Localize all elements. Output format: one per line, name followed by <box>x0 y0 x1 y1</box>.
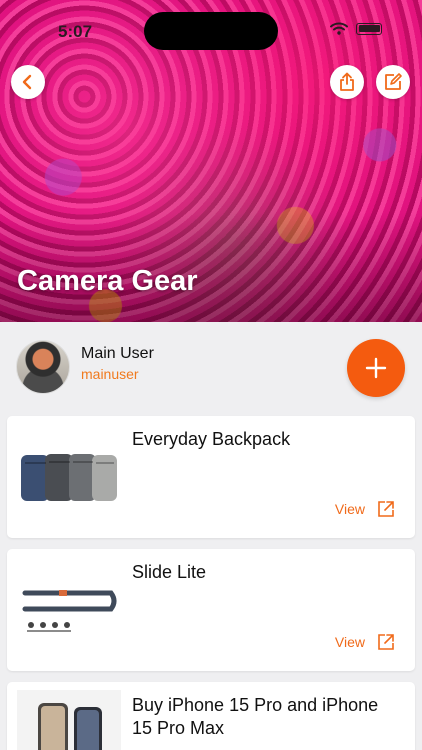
profile-handle[interactable]: mainuser <box>81 366 154 382</box>
edit-button[interactable] <box>376 65 410 99</box>
battery-icon <box>356 22 382 35</box>
backpack-image <box>17 434 121 520</box>
gear-list: Everyday Backpack View Slide Lite View B… <box>0 414 422 750</box>
view-link[interactable]: View <box>335 633 395 651</box>
profile-row: Main User mainuser <box>0 322 422 414</box>
gear-card[interactable]: Buy iPhone 15 Pro and iPhone 15 Pro Max <box>7 682 415 750</box>
status-time: 5:07 <box>58 22 93 41</box>
edit-icon <box>385 73 402 90</box>
plus-icon <box>365 357 387 379</box>
gear-title: Buy iPhone 15 Pro and iPhone 15 Pro Max <box>132 695 379 738</box>
share-icon <box>340 72 354 91</box>
wifi-icon <box>330 22 348 35</box>
external-link-icon <box>378 634 394 650</box>
view-link[interactable]: View <box>335 500 395 518</box>
back-button[interactable] <box>11 65 45 99</box>
iphone-image <box>17 690 121 750</box>
chevron-left-icon <box>22 74 32 90</box>
page-title: Camera Gear <box>17 265 198 297</box>
gear-card[interactable]: Everyday Backpack View <box>7 416 415 538</box>
camera-strap-image <box>17 567 121 653</box>
gear-card[interactable]: Slide Lite View <box>7 549 415 671</box>
dynamic-island <box>144 12 278 50</box>
status-icons <box>330 22 382 35</box>
gear-title: Everyday Backpack <box>132 429 291 449</box>
view-label: View <box>334 634 365 650</box>
profile-name: Main User <box>81 345 154 362</box>
external-link-icon <box>378 501 394 517</box>
add-item-button[interactable] <box>347 339 405 397</box>
share-button[interactable] <box>330 65 364 99</box>
gear-title: Slide Lite <box>132 562 207 582</box>
header-image: 5:07 Camera Gear <box>0 0 422 322</box>
view-label: View <box>334 501 365 517</box>
avatar[interactable] <box>16 340 70 394</box>
profile-info: Main User mainuser <box>81 340 154 382</box>
